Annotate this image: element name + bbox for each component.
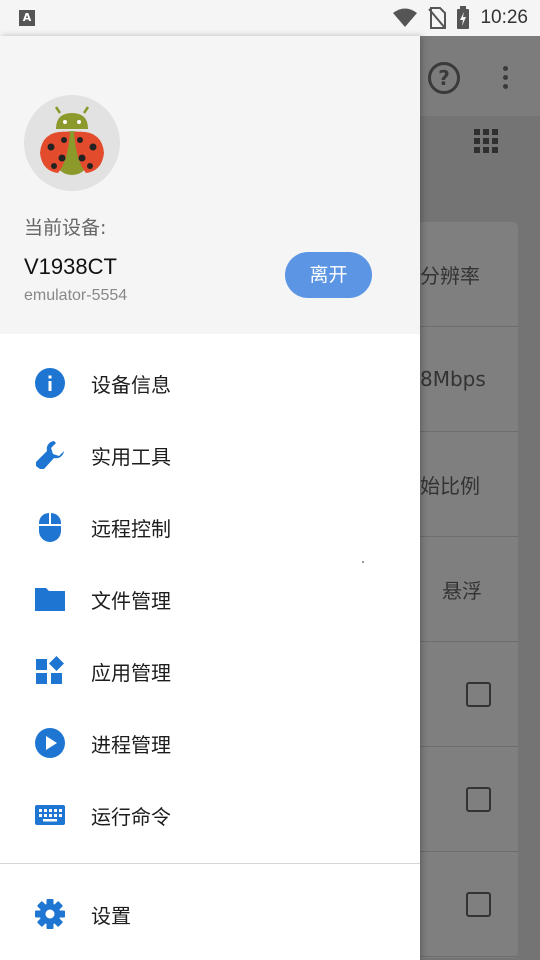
leave-button[interactable]: 离开 (285, 252, 372, 298)
help-icon: ? (428, 62, 460, 94)
menu-item-label: 运行命令 (91, 804, 171, 829)
grid-icon (474, 129, 498, 153)
status-icons: 10:26 (392, 4, 528, 32)
menu-item-device-info[interactable]: 设备信息 (0, 347, 420, 419)
menu-item-label: 应用管理 (91, 660, 171, 685)
checkbox (466, 786, 491, 812)
more-options-icon (503, 66, 509, 93)
current-device-label: 当前设备: (24, 217, 107, 239)
info-icon (34, 367, 66, 399)
menu-item-label: 远程控制 (91, 516, 171, 541)
folder-icon (34, 583, 66, 615)
menu-item-label: 实用工具 (91, 444, 171, 469)
menu-item-process-manager[interactable]: 进程管理 (0, 707, 420, 779)
menu-item-app-manager[interactable]: 应用管理 (0, 635, 420, 707)
navigation-drawer: 当前设备: V1938CT emulator-5554 离开 设备信息 实用工具… (0, 36, 420, 960)
menu-item-remote-control[interactable]: 远程控制 (0, 491, 420, 563)
checkbox (466, 891, 491, 917)
no-sim-icon (428, 7, 447, 29)
drawer-header: 当前设备: V1938CT emulator-5554 离开 (0, 36, 420, 334)
menu-item-settings[interactable]: 设置 (0, 878, 420, 950)
mouse-icon (34, 511, 66, 543)
keyboard-icon (34, 799, 66, 831)
battery-charging-icon (457, 6, 470, 29)
play-icon (34, 727, 66, 759)
apps-icon (34, 655, 66, 687)
gear-icon (34, 898, 66, 930)
device-id: emulator-5554 (24, 287, 128, 304)
menu-item-label: 文件管理 (91, 588, 171, 613)
menu-item-utilities[interactable]: 实用工具 (0, 419, 420, 491)
device-name: V1938CT (24, 254, 117, 279)
checkbox (466, 681, 491, 707)
menu-item-label: 设备信息 (91, 372, 171, 397)
wifi-icon (393, 8, 418, 27)
menu-divider (0, 863, 420, 864)
clock: 10:26 (480, 7, 528, 28)
menu-item-file-manager[interactable]: 文件管理 (0, 563, 420, 635)
drawer-menu: 设备信息 实用工具 远程控制 文件管理 应用管理 进程管理 运行命令 (0, 347, 420, 851)
wrench-icon (34, 439, 66, 471)
notification-a-icon: A (19, 10, 35, 26)
menu-item-label: 进程管理 (91, 732, 171, 757)
stray-dot (362, 561, 364, 563)
status-bar: A 10:26 (0, 0, 540, 36)
menu-item-run-command[interactable]: 运行命令 (0, 779, 420, 851)
ladybug-android-logo (24, 95, 120, 191)
menu-item-label: 设置 (91, 903, 131, 928)
